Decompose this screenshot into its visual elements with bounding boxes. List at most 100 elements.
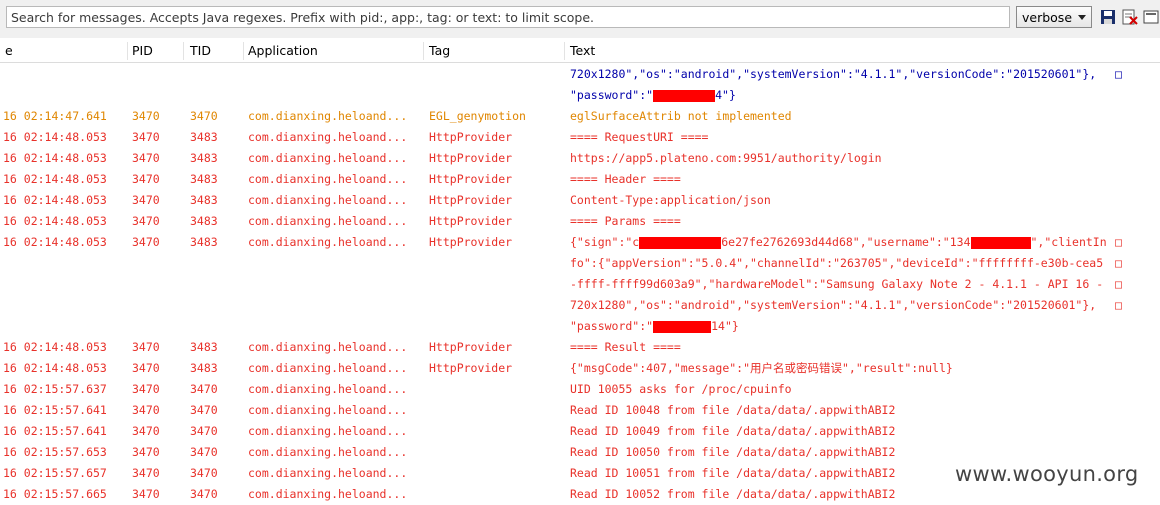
log-row[interactable]: -ffff-ffff99d603a9","hardwareModel":"Sam…	[0, 274, 1160, 295]
log-text-content: 14"}	[711, 319, 739, 333]
chevron-down-icon	[1078, 15, 1086, 20]
log-time	[3, 64, 128, 85]
log-text-content: Read ID 10052 from file /data/data/.appw…	[570, 487, 896, 501]
column-text[interactable]: Text	[565, 40, 1160, 62]
log-tag	[429, 85, 567, 106]
save-icon[interactable]	[1100, 9, 1116, 25]
log-text: 720x1280","os":"android","systemVersion"…	[570, 295, 1160, 316]
clear-log-icon[interactable]	[1122, 9, 1138, 25]
log-time: 16 02:15:57.641	[3, 424, 107, 438]
log-text-content: ","clientIn	[1030, 235, 1107, 249]
log-level-value: verbose	[1022, 10, 1073, 25]
log-level-select[interactable]: verbose	[1016, 6, 1092, 28]
log-text-content: "password":"	[570, 88, 654, 102]
toolbar: verbose	[0, 0, 1160, 38]
log-application: com.dianxing.heloand...	[248, 235, 408, 249]
log-row[interactable]: 16 02:14:48.053 3470 3483 com.dianxing.helo…	[0, 148, 1160, 169]
log-text: "password":" 4"}	[570, 85, 1160, 106]
log-text-content: {"msgCode":407,"message":"用户名或密码错误","res…	[570, 361, 953, 375]
log-text: UID 10055 asks for /proc/cpuinfo	[570, 379, 1160, 400]
log-text-content: eglSurfaceAttrib not implemented	[570, 109, 792, 123]
log-row[interactable]: 16 02:14:48.053 3470 3483 com.dianxing.helo…	[0, 358, 1160, 379]
log-row[interactable]: 16 02:15:57.653 3470 3470 com.dianxing.helo…	[0, 442, 1160, 463]
log-row[interactable]: "password":" 4"}	[0, 85, 1160, 106]
log-tid: 3483	[190, 340, 218, 354]
log-text: https://app5.plateno.com:9951/authority/…	[570, 148, 1160, 169]
column-tag[interactable]: Tag	[424, 40, 564, 62]
log-row[interactable]: 16 02:15:57.665 3470 3470 com.dianxing.helo…	[0, 484, 1160, 505]
log-tid: 3470	[190, 487, 218, 501]
log-row[interactable]: 16 02:14:47.641 3470 3470 com.dianxing.helo…	[0, 106, 1160, 127]
log-row[interactable]: "password":" 14"}	[0, 316, 1160, 337]
log-application: com.dianxing.heloand...	[248, 340, 408, 354]
log-row[interactable]: 16 02:14:48.053 3470 3483 com.dianxing.helo…	[0, 190, 1160, 211]
log-time: 16 02:14:48.053	[3, 235, 107, 249]
log-pid: 3470	[132, 487, 160, 501]
search-input[interactable]	[6, 6, 1010, 28]
log-row[interactable]: 16 02:14:48.053 3470 3483 com.dianxing.helo…	[0, 127, 1160, 148]
log-pid: 3470	[132, 214, 160, 228]
log-tag	[429, 484, 567, 505]
log-row[interactable]: 16 02:14:48.053 3470 3483 com.dianxing.helo…	[0, 169, 1160, 190]
log-text: "password":" 14"}	[570, 316, 1160, 337]
log-tag: HttpProvider	[429, 151, 513, 165]
log-row[interactable]: 16 02:15:57.641 3470 3470 com.dianxing.helo…	[0, 421, 1160, 442]
log-pid	[132, 85, 187, 106]
log-application	[248, 64, 426, 85]
log-row[interactable]: 720x1280","os":"android","systemVersion"…	[0, 64, 1160, 85]
log-tid: 3470	[190, 403, 218, 417]
log-time: 16 02:14:48.053	[3, 214, 107, 228]
log-tid: 3483	[190, 151, 218, 165]
redacted-sign	[639, 236, 722, 249]
log-tag	[429, 316, 567, 337]
log-pid: 3470	[132, 382, 160, 396]
log-tid	[190, 316, 245, 337]
log-row[interactable]: 16 02:14:48.053 3470 3483 com.dianxing.helo…	[0, 211, 1160, 232]
log-tag	[429, 463, 567, 484]
redacted-password	[653, 89, 716, 102]
wrap-marker-icon: □	[1115, 67, 1122, 81]
log-tid: 3470	[190, 424, 218, 438]
log-pid: 3470	[132, 424, 160, 438]
log-text-content: Read ID 10049 from file /data/data/.appw…	[570, 424, 896, 438]
log-row[interactable]: 16 02:15:57.641 3470 3470 com.dianxing.helo…	[0, 400, 1160, 421]
log-tag	[429, 400, 567, 421]
log-pid: 3470	[132, 172, 160, 186]
log-tid	[190, 64, 245, 85]
wrap-marker-icon: □	[1115, 235, 1122, 249]
log-tag: EGL_genymotion	[429, 109, 526, 123]
log-pid	[132, 253, 187, 274]
log-application: com.dianxing.heloand...	[248, 424, 408, 438]
log-text-content: 6e27fe2762693d44d68","username":"134	[721, 235, 971, 249]
log-time	[3, 295, 128, 316]
column-time[interactable]: e	[0, 40, 127, 62]
log-row[interactable]: 16 02:14:48.053 3470 3483 com.dianxing.helo…	[0, 337, 1160, 358]
log-text-content: https://app5.plateno.com:9951/authority/…	[570, 151, 882, 165]
log-tid	[190, 85, 245, 106]
log-time: 16 02:15:57.641	[3, 403, 107, 417]
log-row[interactable]: 16 02:15:57.637 3470 3470 com.dianxing.helo…	[0, 379, 1160, 400]
scroll-lock-icon[interactable]	[1143, 9, 1159, 25]
redacted-password	[653, 320, 712, 333]
log-application	[248, 295, 426, 316]
log-tid: 3483	[190, 214, 218, 228]
column-application[interactable]: Application	[243, 40, 423, 62]
log-time: 16 02:14:48.053	[3, 193, 107, 207]
log-tag	[429, 442, 567, 463]
log-text: eglSurfaceAttrib not implemented	[570, 106, 1160, 127]
log-row[interactable]: 16 02:14:48.053 3470 3483 com.dianxing.helo…	[0, 232, 1160, 253]
log-row[interactable]: 720x1280","os":"android","systemVersion"…	[0, 295, 1160, 316]
log-application: com.dianxing.heloand...	[248, 445, 408, 459]
log-text-content: 720x1280","os":"android","systemVersion"…	[570, 298, 1097, 312]
log-text: -ffff-ffff99d603a9","hardwareModel":"Sam…	[570, 274, 1160, 295]
log-tag: HttpProvider	[429, 172, 513, 186]
log-time: 16 02:14:48.053	[3, 130, 107, 144]
column-tid[interactable]: TID	[185, 40, 243, 62]
log-text: ==== Params ====	[570, 211, 1160, 232]
log-application	[248, 85, 426, 106]
column-pid[interactable]: PID	[127, 40, 183, 62]
log-row[interactable]: fo":{"appVersion":"5.0.4","channelId":"2…	[0, 253, 1160, 274]
log-application: com.dianxing.heloand...	[248, 172, 408, 186]
log-pid: 3470	[132, 445, 160, 459]
log-tid: 3483	[190, 172, 218, 186]
